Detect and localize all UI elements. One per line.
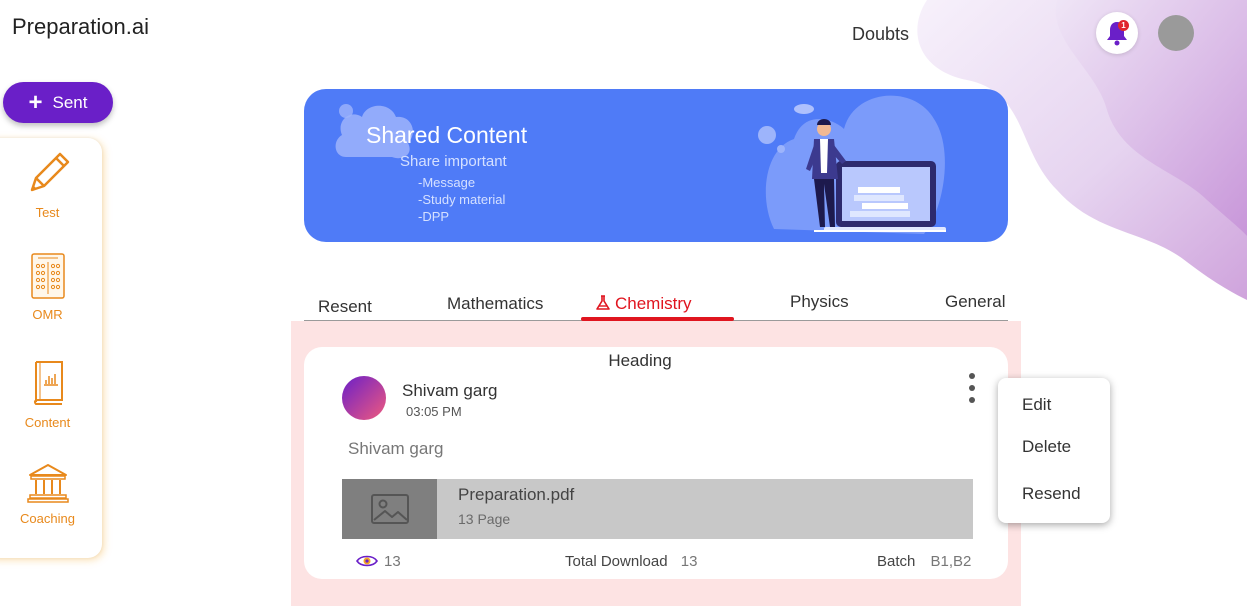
tab-mathematics[interactable]: Mathematics <box>447 294 543 314</box>
views-value: 13 <box>384 553 401 570</box>
plus-icon: + <box>28 88 43 116</box>
omr-sheet-icon <box>30 253 65 299</box>
sidebar-item-label: OMR <box>32 307 63 322</box>
tab-physics[interactable]: Physics <box>790 292 849 312</box>
banner-title: Shared Content <box>366 122 528 148</box>
sidebar-item-coaching[interactable]: Coaching <box>0 462 95 526</box>
file-name: Preparation.pdf <box>458 485 575 504</box>
notification-badge: 1 <box>1118 20 1129 31</box>
tab-general[interactable]: General <box>945 292 1005 312</box>
post-heading: Heading <box>608 351 672 370</box>
total-download-label: Total Download <box>565 553 668 570</box>
file-attachment[interactable]: Preparation.pdf 13 Page <box>342 479 973 539</box>
post-card: Heading Shivam garg 03:05 PM Shivam garg… <box>304 347 1008 579</box>
total-download-value: 13 <box>680 553 698 570</box>
banner-line-study-material: -Study material <box>418 192 506 207</box>
sent-label: Sent <box>52 92 88 112</box>
batch-info: Batch B1,B2 <box>877 553 971 570</box>
sidebar-item-label: Content <box>24 415 71 430</box>
pencil-icon <box>30 152 69 192</box>
batch-label: Batch <box>877 553 916 570</box>
app-logo[interactable]: Preparation.ai <box>12 14 149 40</box>
shared-content-banner: Shared Content Share important -Message … <box>304 89 1008 242</box>
batch-value: B1,B2 <box>930 553 972 570</box>
more-options-icon[interactable] <box>965 373 979 403</box>
presenter-illustration <box>758 95 946 234</box>
menu-item-resend[interactable]: Resend <box>1022 484 1081 504</box>
book-icon <box>33 361 63 405</box>
file-pages: 13 Page <box>458 511 511 527</box>
sidebar: Test OMR Content Coaching <box>0 138 102 558</box>
sent-button[interactable]: + Sent <box>3 82 113 123</box>
doubts-link[interactable]: Doubts <box>852 24 909 45</box>
tab-chemistry-label: Chemistry <box>615 294 692 313</box>
banner-subtitle: Share important <box>400 153 507 170</box>
institution-icon <box>26 464 69 503</box>
post-message: Shivam garg <box>348 439 444 458</box>
tab-resent[interactable]: Resent <box>318 297 372 317</box>
sidebar-item-omr[interactable]: OMR <box>0 252 95 322</box>
subject-tabs: Resent Mathematics Chemistry Physics Gen… <box>304 288 1008 321</box>
profile-avatar[interactable] <box>1158 15 1194 51</box>
views-count: 13 <box>356 553 401 570</box>
tab-chemistry[interactable]: Chemistry <box>595 294 692 314</box>
flask-icon <box>596 295 610 310</box>
eye-icon <box>356 555 378 567</box>
menu-item-delete[interactable]: Delete <box>1022 437 1071 457</box>
author-name: Shivam garg <box>402 381 498 400</box>
sidebar-item-label: Coaching <box>20 511 75 526</box>
image-placeholder-icon <box>342 479 437 539</box>
notifications-button[interactable]: 1 <box>1096 12 1138 54</box>
context-menu: Edit Delete Resend <box>998 378 1110 523</box>
banner-line-dpp: -DPP <box>418 209 450 224</box>
sidebar-item-test[interactable]: Test <box>0 148 95 220</box>
sidebar-item-label: Test <box>35 205 60 220</box>
total-download: Total Download 13 <box>565 553 697 570</box>
post-time: 03:05 PM <box>406 404 462 419</box>
author-avatar <box>342 376 386 420</box>
sidebar-item-content[interactable]: Content <box>0 358 95 430</box>
banner-line-message: -Message <box>418 175 476 190</box>
menu-item-edit[interactable]: Edit <box>1022 395 1051 415</box>
